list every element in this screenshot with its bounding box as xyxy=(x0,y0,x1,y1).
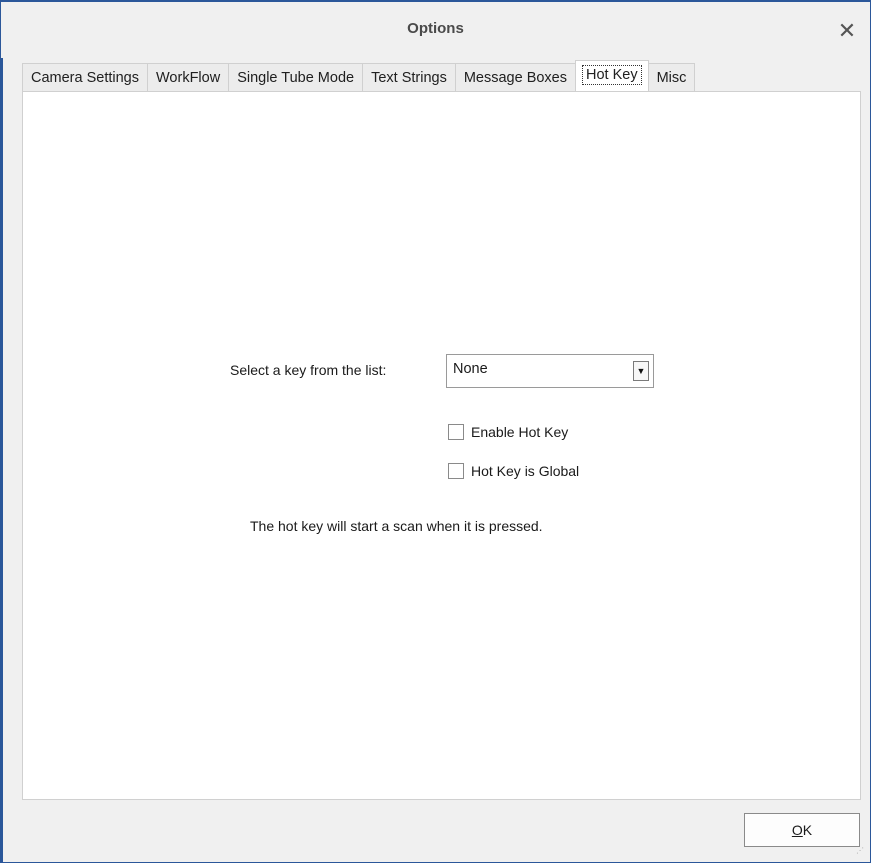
tab-camera-settings[interactable]: Camera Settings xyxy=(22,63,148,91)
tab-hot-key-label: Hot Key xyxy=(582,65,642,85)
chevron-down-icon[interactable]: ▼ xyxy=(633,361,649,381)
enable-hot-key-checkbox[interactable] xyxy=(448,424,464,440)
title-bar[interactable]: Options ✕ xyxy=(1,2,870,58)
tab-hot-key[interactable]: Hot Key xyxy=(575,60,649,91)
resize-grip-icon[interactable]: ⋰ xyxy=(856,847,866,858)
tab-text-strings[interactable]: Text Strings xyxy=(362,63,456,91)
ok-button[interactable]: OK xyxy=(744,813,860,847)
hot-key-global-checkbox[interactable] xyxy=(448,463,464,479)
hot-key-dropdown-value: None xyxy=(453,361,488,377)
ok-mnemonic: O xyxy=(791,822,803,838)
tab-message-boxes[interactable]: Message Boxes xyxy=(454,63,576,91)
hot-key-dropdown[interactable]: None ▼ xyxy=(446,354,654,388)
options-dialog: Options ✕ Camera Settings WorkFlow Singl… xyxy=(0,0,871,863)
key-select-label: Select a key from the list: xyxy=(230,362,387,378)
dialog-title: Options xyxy=(407,20,464,37)
hot-key-global-row[interactable]: Hot Key is Global xyxy=(448,463,579,479)
close-icon[interactable]: ✕ xyxy=(836,20,858,42)
ok-label-rest: K xyxy=(802,822,813,838)
tab-workflow[interactable]: WorkFlow xyxy=(147,63,230,91)
tab-single-tube-mode[interactable]: Single Tube Mode xyxy=(228,63,364,91)
enable-hot-key-row[interactable]: Enable Hot Key xyxy=(448,424,568,440)
hot-key-global-label[interactable]: Hot Key is Global xyxy=(471,463,579,479)
tab-misc[interactable]: Misc xyxy=(647,63,696,91)
hot-key-info-text: The hot key will start a scan when it is… xyxy=(250,518,543,534)
window-border-accent xyxy=(1,2,3,862)
tab-strip: Camera Settings WorkFlow Single Tube Mod… xyxy=(22,60,696,91)
enable-hot-key-label[interactable]: Enable Hot Key xyxy=(471,424,568,440)
hot-key-panel: Select a key from the list: None ▼ Enabl… xyxy=(22,91,861,800)
